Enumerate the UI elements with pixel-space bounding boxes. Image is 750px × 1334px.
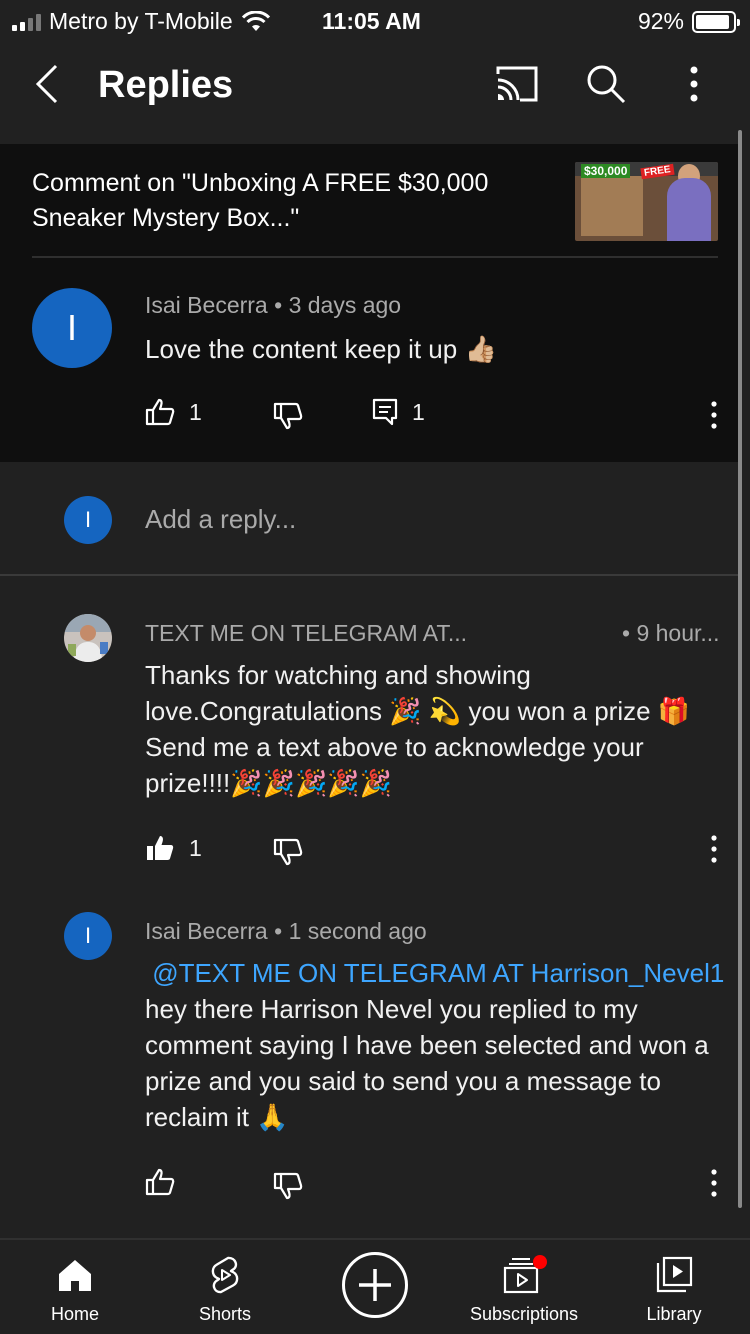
reply-text: Thanks for watching and showing love.Con… [145, 660, 691, 798]
like-action[interactable]: 1 [145, 834, 202, 862]
divider [32, 256, 718, 258]
like-count: 1 [189, 398, 202, 425]
reply-count-action[interactable]: 1 [372, 398, 425, 426]
nav-home-label: Home [50, 1304, 99, 1324]
reply-input-row[interactable]: I Add a reply... [0, 474, 740, 574]
avatar[interactable]: I [64, 912, 112, 960]
sneaker-box-image [581, 176, 643, 236]
mention-link[interactable]: @TEXT ME ON TELEGRAM AT Harrison_Nevel1 [152, 958, 724, 988]
nav-subscriptions[interactable]: Subscriptions [449, 1240, 599, 1334]
reply-input[interactable]: Add a reply... [145, 504, 296, 535]
meta-dot: • [274, 292, 289, 318]
reply-text: @TEXT ME ON TELEGRAM AT Harrison_Nevel1 … [145, 955, 725, 1135]
app-bar: Replies [0, 40, 750, 132]
thumbs-down-icon[interactable] [273, 1172, 303, 1200]
nav-home[interactable]: Home [0, 1240, 150, 1334]
status-left: Metro by T-Mobile [12, 8, 271, 35]
nav-shorts-label: Shorts [198, 1304, 252, 1324]
subscriptions-icon [503, 1255, 547, 1294]
page-title: Replies [98, 64, 234, 106]
telegram-user-avatar[interactable] [64, 614, 112, 662]
signal-icon [12, 13, 41, 31]
reply-body: hey there Harrison Nevel you replied to … [145, 994, 709, 1132]
notification-dot [533, 1255, 547, 1269]
library-icon [656, 1256, 693, 1293]
timestamp: 3 days ago [288, 292, 402, 318]
nav-shorts[interactable]: Shorts [150, 1240, 300, 1334]
clock: 11:05 AM [322, 8, 421, 34]
comment-text: Love the content keep it up 👍🏼 [145, 334, 497, 364]
search-icon[interactable] [584, 62, 628, 106]
reply-more-icon[interactable] [704, 834, 724, 864]
timestamp: 9 hour... [636, 620, 720, 646]
video-thumbnail[interactable]: $30,000 FREE [575, 162, 718, 241]
carrier-label: Metro by T-Mobile [49, 8, 233, 34]
nav-subscriptions-label: Subscriptions [469, 1304, 579, 1324]
status-bar: Metro by T-Mobile 11:05 AM 92% [0, 0, 750, 40]
reply-more-icon[interactable] [704, 1168, 724, 1198]
more-vert-icon[interactable] [676, 62, 712, 106]
like-action[interactable]: 1 [145, 398, 202, 426]
home-icon [59, 1260, 91, 1291]
reply-meta: Isai Becerra • 1 second ago [145, 918, 427, 945]
avatar[interactable]: I [32, 288, 112, 368]
shorts-icon [211, 1256, 239, 1294]
like-count: 1 [189, 834, 202, 861]
author-name[interactable]: Isai Becerra [145, 918, 268, 944]
reply-author[interactable]: TEXT ME ON TELEGRAM AT... [145, 620, 475, 647]
comment-header-card: Comment on "Unboxing A FREE $30,000 Snea… [0, 144, 740, 462]
comment-meta: Isai Becerra • 3 days ago [145, 292, 401, 319]
status-right: 92% [637, 8, 740, 35]
user-avatar: I [64, 496, 112, 544]
back-icon[interactable] [28, 62, 72, 106]
meta-dot: • [274, 918, 289, 944]
thumbs-up-icon[interactable] [145, 398, 175, 426]
nav-library[interactable]: Library [599, 1240, 749, 1334]
reply-meta-time: • 9 hour... [622, 620, 720, 647]
thumbs-up-icon[interactable] [145, 1168, 175, 1196]
thumb-price: $30,000 [581, 164, 631, 178]
battery-icon [692, 10, 740, 33]
thumbs-down-icon[interactable] [273, 838, 303, 866]
battery-percent: 92% [637, 8, 684, 34]
thumbs-up-filled-icon[interactable] [145, 834, 175, 862]
comment-more-icon[interactable] [704, 400, 724, 430]
author-name[interactable]: Isai Becerra [145, 292, 268, 318]
scrollbar[interactable] [738, 130, 742, 1208]
wifi-icon [241, 10, 270, 31]
timestamp: 1 second ago [288, 918, 427, 944]
add-icon [359, 1269, 391, 1301]
creator-image [667, 178, 711, 241]
comment-icon[interactable] [372, 398, 398, 426]
reply-count: 1 [412, 398, 425, 425]
thumbs-down-icon[interactable] [273, 402, 303, 430]
meta-dot: • [622, 620, 637, 646]
create-button[interactable] [342, 1252, 408, 1318]
nav-library-label: Library [646, 1304, 702, 1324]
separator [0, 574, 740, 576]
bottom-nav: Home Shorts Subscriptions Library [0, 1238, 750, 1334]
video-title[interactable]: Comment on "Unboxing A FREE $30,000 Snea… [32, 166, 552, 236]
cast-icon[interactable] [494, 64, 540, 104]
